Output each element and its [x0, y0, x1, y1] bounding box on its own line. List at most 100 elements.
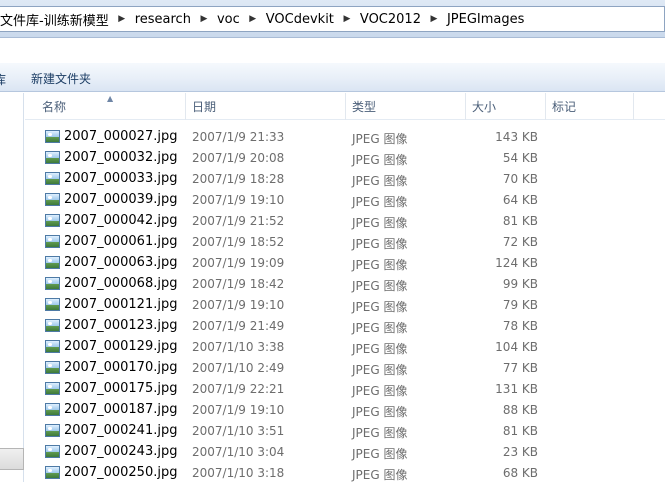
file-type: JPEG 图像	[352, 321, 408, 335]
breadcrumb-item-voc2012[interactable]: VOC2012 ▶	[356, 12, 443, 27]
file-name: 2007_000129.jpg	[64, 339, 178, 354]
file-row[interactable]: 2007_000042.jpg 2007/1/9 21:52 JPEG 图像 81 K…	[25, 211, 665, 232]
breadcrumb[interactable]: 文件库-训练新模型 ▶ research ▶ voc ▶ VOCdevkit ▶…	[0, 6, 665, 32]
file-date: 2007/1/9 22:21	[192, 382, 285, 396]
file-date: 2007/1/10 2:49	[192, 361, 285, 375]
column-header-tags[interactable]: 标记	[546, 93, 634, 120]
breadcrumb-label: 文件库-训练新模型	[0, 13, 109, 29]
file-size: 54 KB	[502, 151, 538, 165]
file-type: JPEG 图像	[352, 363, 408, 377]
file-row[interactable]: 2007_000243.jpg 2007/1/10 3:04 JPEG 图像 23 K…	[25, 442, 665, 463]
file-list: 2007_000027.jpg 2007/1/9 21:33 JPEG 图像 143 …	[25, 127, 665, 482]
column-header-name[interactable]: 名称	[36, 93, 186, 120]
file-name: 2007_000123.jpg	[64, 318, 178, 333]
file-name: 2007_000250.jpg	[64, 465, 178, 480]
nav-scrollbar-thumb[interactable]	[0, 448, 24, 470]
file-size: 78 KB	[502, 319, 538, 333]
column-header-date[interactable]: 日期	[186, 93, 346, 120]
file-row[interactable]: 2007_000061.jpg 2007/1/9 18:52 JPEG 图像 72 K…	[25, 232, 665, 253]
file-size: 64 KB	[502, 193, 538, 207]
file-size: 143 KB	[495, 130, 538, 144]
file-type: JPEG 图像	[352, 132, 408, 146]
file-type: JPEG 图像	[352, 426, 408, 440]
file-date: 2007/1/9 19:10	[192, 298, 285, 312]
command-bar: 库 新建文件夹	[0, 62, 665, 92]
image-file-icon	[45, 172, 60, 185]
image-file-icon	[45, 361, 60, 374]
file-date: 2007/1/9 19:10	[192, 193, 285, 207]
file-size: 77 KB	[502, 361, 538, 375]
file-date: 2007/1/9 18:52	[192, 235, 285, 249]
new-folder-button[interactable]: 新建文件夹	[31, 70, 91, 87]
chevron-right-icon[interactable]: ▶	[244, 14, 262, 24]
file-row[interactable]: 2007_000123.jpg 2007/1/9 21:49 JPEG 图像 78 K…	[25, 316, 665, 337]
file-name: 2007_000243.jpg	[64, 444, 178, 459]
image-file-icon	[45, 277, 60, 290]
image-file-icon	[45, 256, 60, 269]
column-header-size[interactable]: 大小	[466, 93, 546, 120]
image-file-icon	[45, 151, 60, 164]
file-type: JPEG 图像	[352, 153, 408, 167]
file-row[interactable]: 2007_000039.jpg 2007/1/9 19:10 JPEG 图像 64 K…	[25, 190, 665, 211]
file-size: 81 KB	[502, 424, 538, 438]
breadcrumb-item-library[interactable]: 文件库-训练新模型 ▶	[0, 10, 131, 29]
chevron-right-icon[interactable]: ▶	[425, 14, 443, 24]
file-size: 79 KB	[502, 298, 538, 312]
file-type: JPEG 图像	[352, 195, 408, 209]
file-type: JPEG 图像	[352, 279, 408, 293]
file-date: 2007/1/9 21:33	[192, 130, 285, 144]
file-row[interactable]: 2007_000241.jpg 2007/1/10 3:51 JPEG 图像 81 K…	[25, 421, 665, 442]
file-size: 104 KB	[495, 340, 538, 354]
file-date: 2007/1/9 21:52	[192, 214, 285, 228]
file-row[interactable]: 2007_000170.jpg 2007/1/10 2:49 JPEG 图像 77 K…	[25, 358, 665, 379]
file-row[interactable]: 2007_000187.jpg 2007/1/9 19:10 JPEG 图像 88 K…	[25, 400, 665, 421]
file-type: JPEG 图像	[352, 174, 408, 188]
image-file-icon	[45, 298, 60, 311]
file-row[interactable]: 2007_000121.jpg 2007/1/9 19:10 JPEG 图像 79 K…	[25, 295, 665, 316]
column-header-label: 名称	[42, 100, 67, 114]
chevron-right-icon[interactable]: ▶	[195, 14, 213, 24]
command-include-in-library[interactable]: 库	[0, 71, 6, 88]
breadcrumb-label: VOCdevkit	[265, 11, 334, 27]
file-date: 2007/1/9 21:49	[192, 319, 285, 333]
file-type: JPEG 图像	[352, 258, 408, 272]
file-row[interactable]: 2007_000175.jpg 2007/1/9 22:21 JPEG 图像 131 …	[25, 379, 665, 400]
breadcrumb-item-vocdevkit[interactable]: VOCdevkit ▶	[262, 12, 356, 27]
file-date: 2007/1/10 3:38	[192, 340, 285, 354]
column-header-type[interactable]: 类型	[346, 93, 466, 120]
breadcrumb-item-research[interactable]: research ▶	[131, 12, 213, 27]
image-file-icon	[45, 466, 60, 479]
file-size: 23 KB	[502, 445, 538, 459]
file-name: 2007_000170.jpg	[64, 360, 178, 375]
file-date: 2007/1/9 19:10	[192, 403, 285, 417]
chevron-right-icon[interactable]: ▶	[113, 14, 131, 24]
file-row[interactable]: 2007_000033.jpg 2007/1/9 18:28 JPEG 图像 70 K…	[25, 169, 665, 190]
column-header-label: 日期	[192, 100, 217, 114]
file-row[interactable]: 2007_000027.jpg 2007/1/9 21:33 JPEG 图像 143 …	[25, 127, 665, 148]
file-size: 124 KB	[495, 256, 538, 270]
file-type: JPEG 图像	[352, 300, 408, 314]
chevron-right-icon[interactable]: ▶	[338, 14, 356, 24]
image-file-icon	[45, 445, 60, 458]
image-file-icon	[45, 235, 60, 248]
file-row[interactable]: 2007_000129.jpg 2007/1/10 3:38 JPEG 图像 104 …	[25, 337, 665, 358]
column-header-label: 标记	[552, 100, 577, 114]
file-row[interactable]: 2007_000032.jpg 2007/1/9 20:08 JPEG 图像 54 K…	[25, 148, 665, 169]
file-size: 70 KB	[502, 172, 538, 186]
breadcrumb-item-jpegimages[interactable]: JPEGImages	[443, 12, 528, 27]
file-size: 131 KB	[495, 382, 538, 396]
file-name: 2007_000068.jpg	[64, 276, 178, 291]
file-row[interactable]: 2007_000068.jpg 2007/1/9 18:42 JPEG 图像 99 K…	[25, 274, 665, 295]
file-type: JPEG 图像	[352, 237, 408, 251]
breadcrumb-label: research	[134, 11, 191, 27]
file-name: 2007_000063.jpg	[64, 255, 178, 270]
file-name: 2007_000061.jpg	[64, 234, 178, 249]
image-file-icon	[45, 403, 60, 416]
file-row[interactable]: 2007_000063.jpg 2007/1/9 19:09 JPEG 图像 124 …	[25, 253, 665, 274]
file-name: 2007_000175.jpg	[64, 381, 178, 396]
navigation-pane[interactable]	[0, 93, 24, 482]
image-file-icon	[45, 340, 60, 353]
breadcrumb-item-voc[interactable]: voc ▶	[213, 12, 262, 27]
file-row[interactable]: 2007_000250.jpg 2007/1/10 3:18 JPEG 图像 68 K…	[25, 463, 665, 482]
file-date: 2007/1/9 20:08	[192, 151, 285, 165]
